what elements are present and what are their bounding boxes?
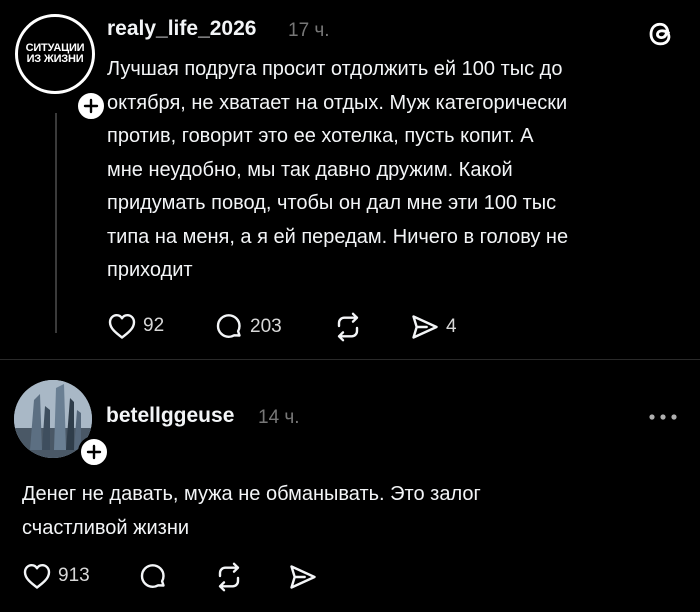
reply-button[interactable]: 203	[214, 312, 282, 342]
timestamp: 17 ч.	[288, 20, 330, 41]
post-text-line: счастливой жизни	[22, 516, 190, 539]
comment-icon	[140, 564, 165, 588]
share-button[interactable]	[288, 562, 318, 592]
post-text-line: октября, не хватает на отдых. Муж катего…	[107, 91, 568, 114]
post-text-line: мне неудобно, мы так давно дружим. Какой	[107, 158, 513, 181]
share-icon	[290, 565, 316, 589]
post-text-line: Лучшая подруга просит отдолжить ей 100 т…	[107, 58, 563, 80]
like-count: 92	[143, 315, 165, 336]
plus-icon	[86, 444, 102, 460]
threads-logo-icon[interactable]	[646, 18, 678, 50]
like-count: 913	[58, 565, 90, 586]
post-text-line: приходит	[107, 259, 193, 281]
plus-icon	[83, 98, 99, 114]
post-text-line: придумать повод, чтобы он дал мне эти 10…	[107, 192, 557, 214]
repost-icon	[218, 562, 240, 592]
post-text: Лучшая подруга просит отдолжить ей 100 т…	[107, 53, 568, 288]
share-icon	[412, 315, 438, 339]
thread-line	[55, 113, 57, 333]
reply-count: 203	[250, 316, 282, 337]
follow-button[interactable]	[78, 436, 110, 468]
follow-button[interactable]	[75, 90, 107, 122]
more-icon	[649, 414, 677, 420]
repost-button[interactable]	[332, 312, 364, 342]
post-1: СИТУАЦИИ ИЗ ЖИЗНИ realy_life_2026 17 ч. …	[0, 0, 700, 360]
reply-button[interactable]	[138, 562, 168, 592]
post-2: betellggeuse 14 ч. Денег не давать, мужа…	[0, 360, 700, 612]
avatar[interactable]: СИТУАЦИИ ИЗ ЖИЗНИ	[15, 14, 107, 122]
post-text: Денег не давать, мужа не обманывать. Это…	[22, 478, 481, 545]
post-text-line: Денег не давать, мужа не обманывать. Это…	[22, 483, 481, 505]
heart-icon	[108, 314, 136, 339]
avatar-text-line2: ИЗ ЖИЗНИ	[26, 53, 84, 65]
comment-icon	[216, 314, 241, 338]
timestamp: 14 ч.	[258, 407, 300, 428]
username[interactable]: betellggeuse	[106, 404, 234, 428]
repost-icon	[337, 312, 359, 342]
like-button[interactable]: 913	[22, 562, 90, 590]
share-count: 4	[446, 316, 457, 337]
share-button[interactable]: 4	[410, 312, 457, 342]
like-button[interactable]: 92	[107, 312, 164, 340]
repost-button[interactable]	[213, 562, 245, 592]
more-button[interactable]	[648, 412, 678, 422]
username[interactable]: realy_life_2026	[107, 17, 256, 41]
post-text-line: против, говорит это ее хотелка, пусть ко…	[107, 125, 534, 147]
avatar-logo: СИТУАЦИИ ИЗ ЖИЗНИ	[15, 14, 95, 94]
post-text-line: типа на меня, а я ей передам. Ничего в г…	[107, 225, 569, 248]
avatar[interactable]	[14, 380, 110, 468]
heart-icon	[23, 564, 51, 589]
